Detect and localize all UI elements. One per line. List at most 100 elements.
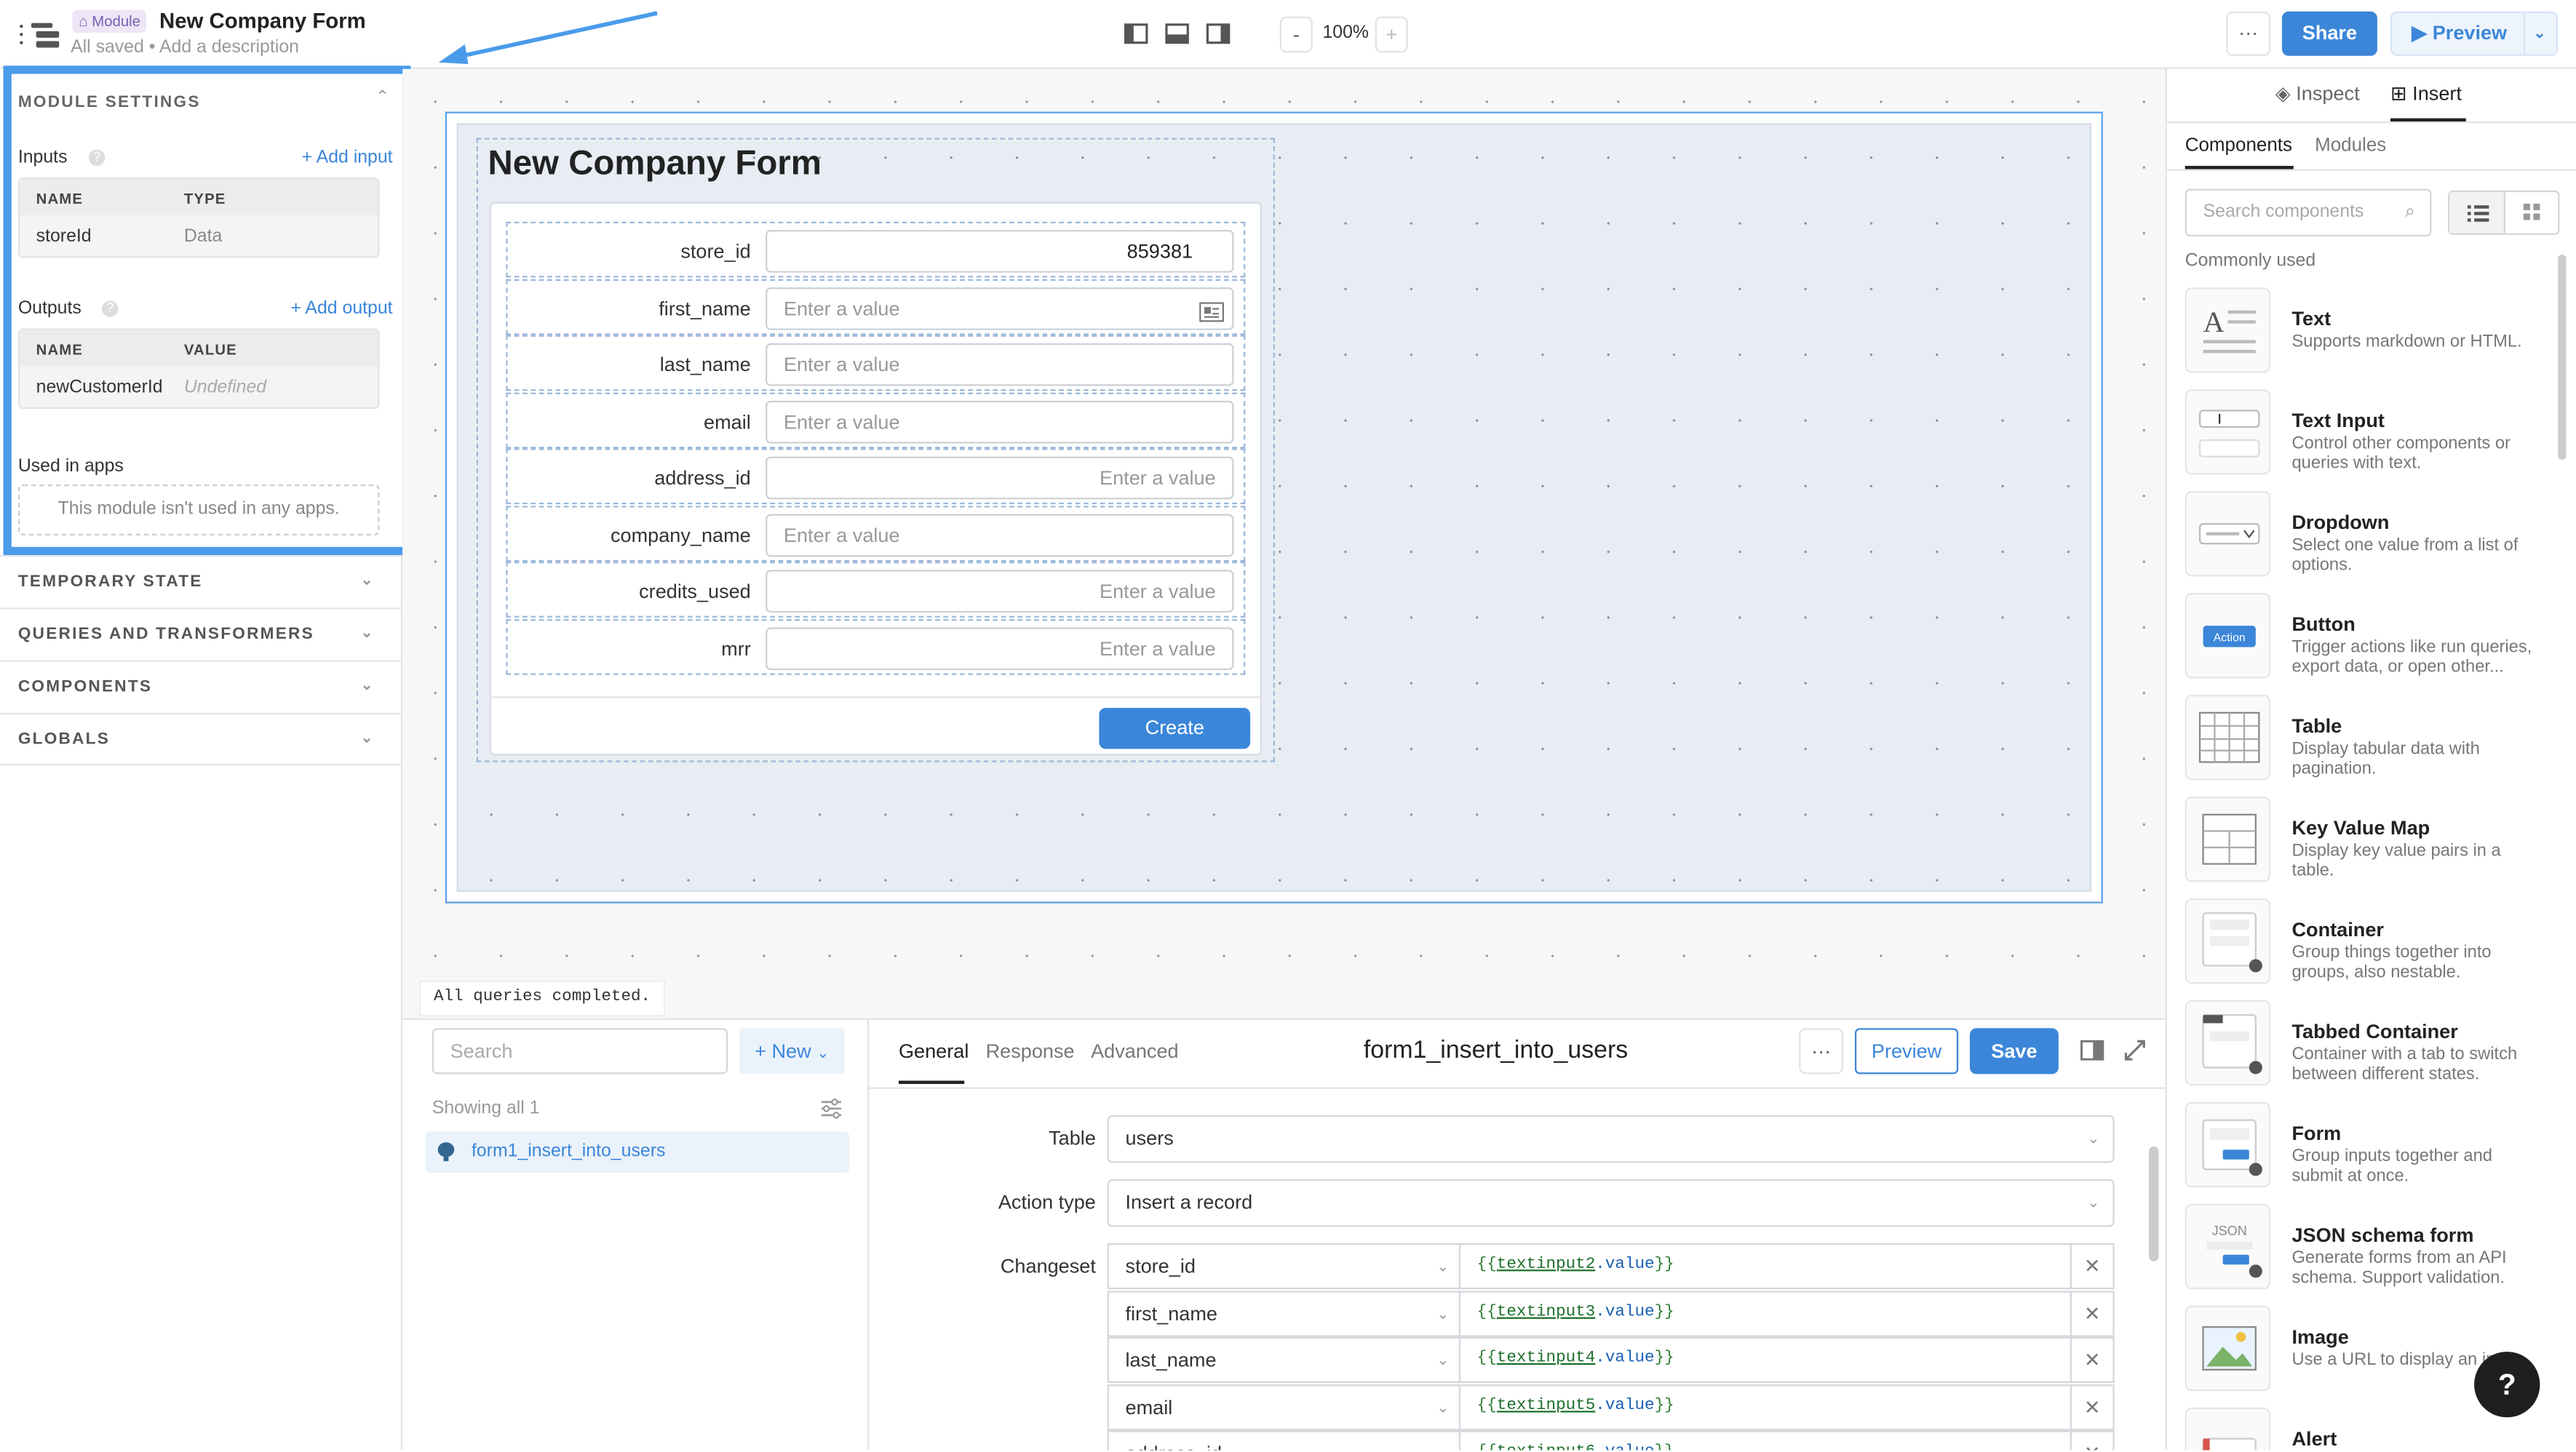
remove-row-icon[interactable]: ✕ (2070, 1245, 2113, 1288)
chevron-down-icon: ⌄ (360, 571, 375, 589)
changeset-key-select[interactable]: first_name ⌄ (1109, 1291, 1461, 1335)
list-view-icon[interactable] (2449, 192, 2505, 234)
component-key-value-map[interactable]: Key Value Map Display key value pairs in … (2185, 796, 2563, 882)
button-component-icon: Action (2185, 593, 2271, 679)
module-badge: ⌂ Module (72, 9, 147, 33)
component-text-input[interactable]: Text Input Control other components or qu… (2185, 389, 2563, 475)
split-view-icon[interactable] (2080, 1040, 2104, 1066)
changeset-value-editor[interactable]: {{textinput3.value}} (1477, 1303, 1674, 1321)
component-button[interactable]: Action Button Trigger actions like run que… (2185, 593, 2563, 679)
more-options-button[interactable]: ··· (2226, 11, 2271, 56)
zoom-in-button[interactable]: + (1375, 16, 1408, 53)
contact-card-icon[interactable] (1199, 295, 1224, 335)
field-input[interactable]: Enter a value (766, 400, 1234, 444)
add-input-button[interactable]: + Add input (302, 148, 393, 167)
changeset-key-select[interactable]: store_id ⌄ (1109, 1245, 1461, 1288)
changeset-key-select[interactable]: last_name ⌄ (1109, 1339, 1461, 1381)
field-input[interactable]: Enter a value (766, 287, 1234, 330)
menu-icon[interactable] (17, 20, 63, 49)
field-input[interactable]: 859381 (766, 230, 1234, 273)
preview-button[interactable]: ▶ Preview ⌄ (2390, 11, 2559, 56)
field-input-text: Enter a value (783, 524, 900, 547)
tab-advanced[interactable]: Advanced (1091, 1040, 1179, 1063)
action-type-select[interactable]: Insert a record ⌄ (1107, 1179, 2115, 1227)
tab-inspect[interactable]: ◈ Inspect (2275, 82, 2360, 105)
tab-modules[interactable]: Modules (2315, 136, 2386, 156)
remove-row-icon[interactable]: ✕ (2070, 1291, 2113, 1335)
field-label: credits_used (639, 579, 751, 603)
field-input[interactable]: Enter a value (766, 343, 1234, 386)
filter-icon[interactable] (820, 1097, 843, 1125)
field-input[interactable]: Enter a value (766, 514, 1234, 557)
changeset-key: email (1125, 1395, 1173, 1419)
section-temporary-state[interactable]: TEMPORARY STATE ⌄ (0, 555, 401, 607)
left-panel-toggle-icon[interactable] (1124, 23, 1148, 49)
changeset-key-select[interactable]: address_id ⌄ (1109, 1432, 1461, 1451)
help-icon[interactable]: ? (101, 300, 119, 317)
zoom-out-button[interactable]: - (1279, 16, 1313, 53)
share-button[interactable]: Share (2281, 11, 2377, 56)
output-name[interactable]: newCustomerId (36, 378, 163, 397)
field-input[interactable]: Enter a value (766, 570, 1234, 613)
component-search-input[interactable]: Search components ⌕ (2185, 188, 2432, 237)
changeset-value-editor[interactable]: {{textinput5.value}} (1477, 1397, 1674, 1415)
add-description-link[interactable]: Add a description (159, 38, 299, 57)
editor-divider (869, 1087, 2166, 1089)
chevron-up-icon[interactable]: ⌃ (375, 89, 389, 107)
bottom-panel-toggle-icon[interactable] (1165, 23, 1190, 49)
field-input[interactable]: Enter a value (766, 456, 1234, 500)
changeset-value-editor[interactable]: {{textinput6.value}} (1477, 1444, 1674, 1451)
help-icon[interactable]: ? (88, 149, 106, 167)
query-list-item[interactable]: form1_insert_into_users (425, 1131, 850, 1173)
chevron-down-icon[interactable]: ⌄ (2533, 13, 2545, 54)
table-label: Table (1049, 1126, 1096, 1150)
changeset-value-editor[interactable]: {{textinput4.value}} (1477, 1350, 1674, 1368)
changeset-row: last_name ⌄ {{textinput4.value}} ✕ (1107, 1336, 2115, 1383)
expand-icon[interactable] (2124, 1040, 2145, 1066)
component-dropdown[interactable]: Dropdown Select one value from a list of … (2185, 491, 2563, 577)
help-chat-button[interactable]: ? (2474, 1352, 2540, 1418)
grid-view-icon[interactable] (2505, 192, 2560, 233)
query-title[interactable]: form1_insert_into_users (1364, 1037, 1628, 1064)
component-tabbed-container[interactable]: Tabbed Container Container with a tab to … (2185, 1000, 2563, 1086)
table-select[interactable]: users ⌄ (1107, 1114, 2115, 1163)
component-json-schema-form[interactable]: JSON JSON schema form Generate forms from … (2185, 1203, 2563, 1290)
field-input-text: Enter a value (1100, 637, 1216, 661)
right-panel-toggle-icon[interactable] (1206, 23, 1231, 49)
changeset-key-select[interactable]: email ⌄ (1109, 1385, 1461, 1429)
query-preview-button[interactable]: Preview (1854, 1028, 1959, 1074)
form-title[interactable]: New Company Form (488, 145, 822, 184)
new-query-button[interactable]: + New ⌄ (739, 1028, 845, 1074)
section-queries-transformers[interactable]: QUERIES AND TRANSFORMERS ⌄ (0, 607, 401, 660)
editor-scrollbar[interactable] (2149, 1146, 2159, 1261)
component-text[interactable]: A Text Supports markdown or HTML. (2185, 287, 2563, 373)
badge-label: Module (92, 13, 140, 30)
remove-row-icon[interactable]: ✕ (2070, 1432, 2113, 1451)
query-search-input[interactable]: Search (432, 1028, 728, 1074)
field-input[interactable]: Enter a value (766, 627, 1234, 671)
field-input-text: Enter a value (783, 410, 900, 434)
outputs-label: Outputs (17, 298, 82, 319)
chevron-down-icon: ⌄ (360, 677, 375, 693)
remove-row-icon[interactable]: ✕ (2070, 1339, 2113, 1381)
tab-response[interactable]: Response (986, 1040, 1075, 1063)
component-form[interactable]: Form Group inputs together and submit at … (2185, 1101, 2563, 1188)
changeset-row: store_id ⌄ {{textinput2.value}} ✕ (1107, 1243, 2115, 1290)
section-components[interactable]: COMPONENTS ⌄ (0, 660, 401, 713)
tab-insert[interactable]: ⊞ Insert (2390, 82, 2462, 105)
tab-components[interactable]: Components (2185, 136, 2292, 156)
component-table[interactable]: Table Display tabular data with paginatio… (2185, 695, 2563, 781)
query-more-button[interactable]: ··· (1799, 1028, 1844, 1074)
input-name[interactable]: storeId (36, 227, 92, 247)
table-select-value: users (1125, 1126, 1174, 1150)
changeset-value-editor[interactable]: {{textinput2.value}} (1477, 1256, 1674, 1275)
query-save-button[interactable]: Save (1969, 1028, 2059, 1074)
help-icon: ? (2497, 1368, 2516, 1401)
tab-general[interactable]: General (899, 1040, 969, 1063)
section-globals[interactable]: GLOBALS ⌄ (0, 712, 401, 766)
add-output-button[interactable]: + Add output (290, 299, 392, 319)
app-title[interactable]: New Company Form (159, 8, 366, 33)
create-button[interactable]: Create (1099, 708, 1251, 749)
component-container[interactable]: Container Group things together into grou… (2185, 898, 2563, 984)
remove-row-icon[interactable]: ✕ (2070, 1385, 2113, 1429)
